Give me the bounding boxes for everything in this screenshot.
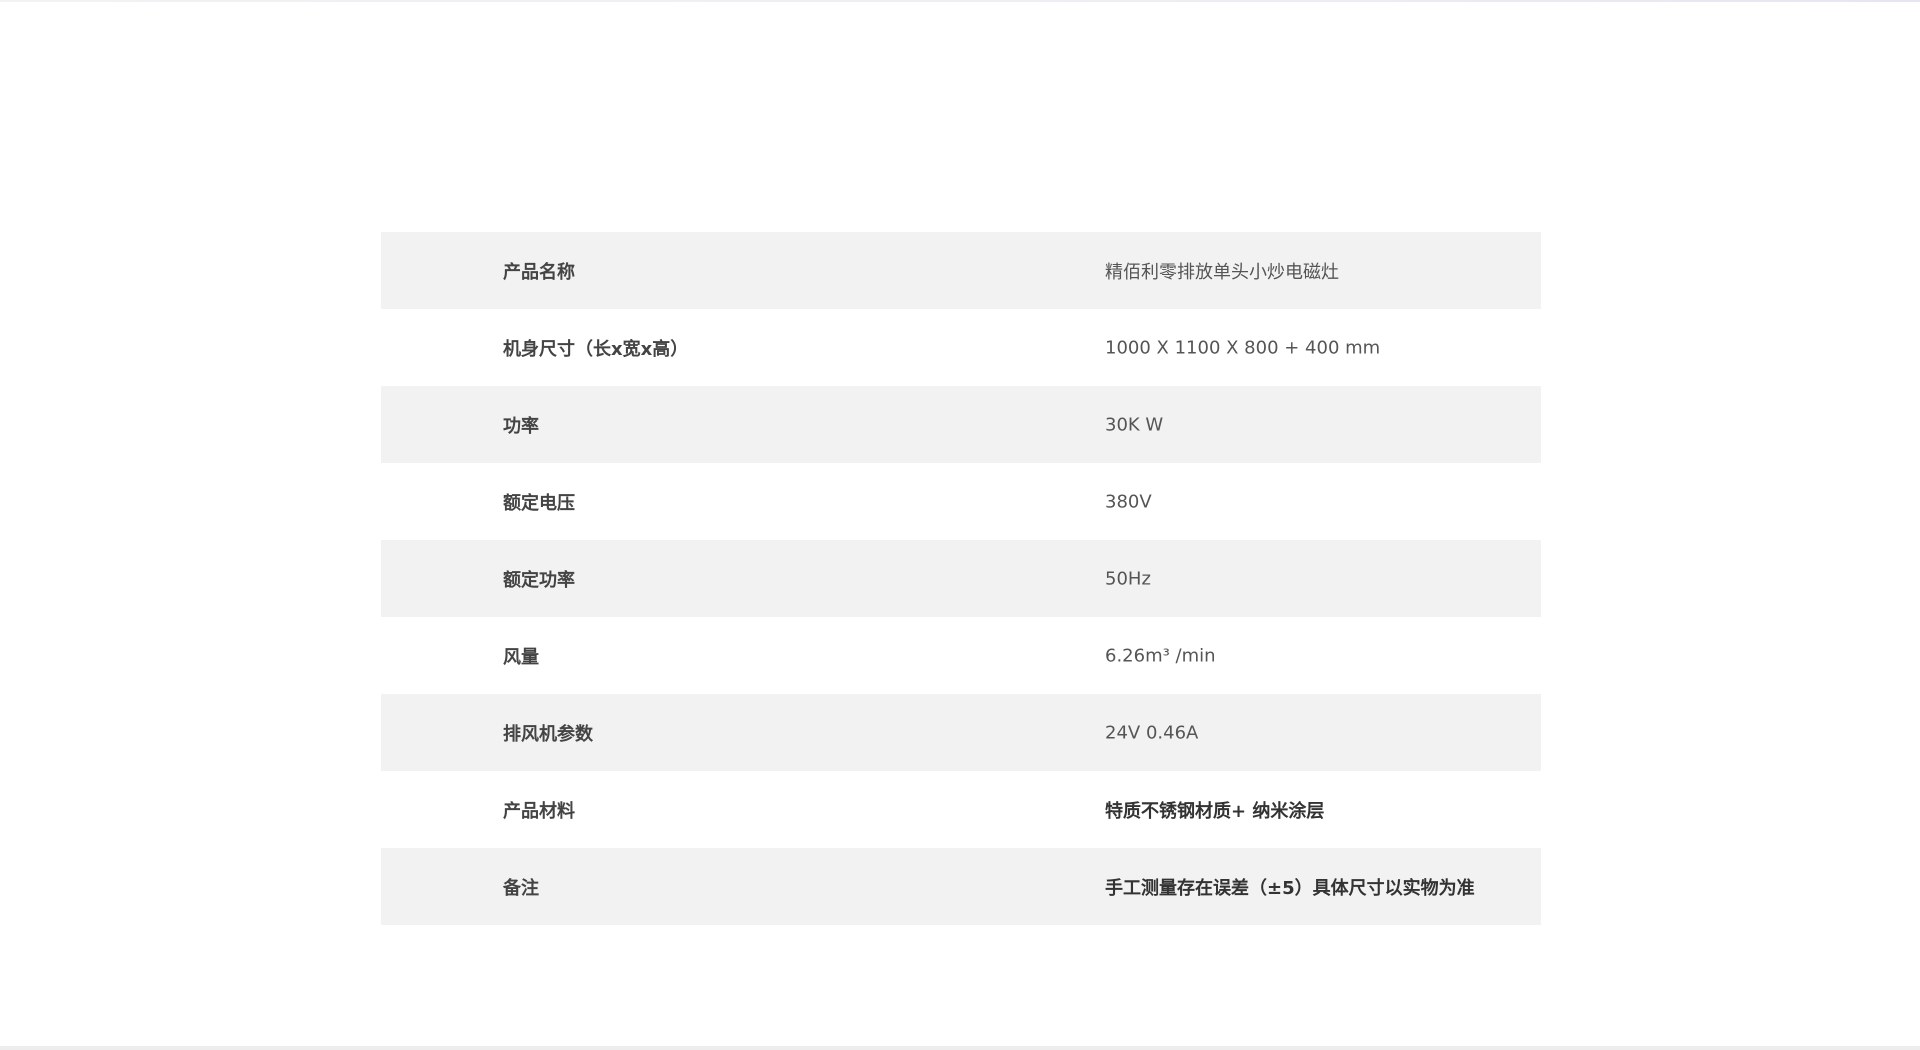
- spec-value: 30K W: [1105, 414, 1164, 435]
- spec-row-material: 产品材料 特质不锈钢材质+ 纳米涂层: [381, 771, 1541, 848]
- spec-row-power: 功率 30K W: [381, 386, 1541, 463]
- spec-value: 1000 X 1100 X 800 + 400 mm: [1105, 337, 1381, 358]
- top-divider: [0, 0, 1920, 2]
- spec-row-rated-voltage: 额定电压 380V: [381, 463, 1541, 540]
- spec-row-rated-power: 额定功率 50Hz: [381, 540, 1541, 617]
- spec-label: 额定功率: [503, 569, 575, 591]
- spec-row-remarks: 备注 手工测量存在误差（±5）具体尺寸以实物为准: [381, 848, 1541, 925]
- spec-label: 排风机参数: [503, 723, 593, 745]
- spec-row-dimensions: 机身尺寸（长x宽x高） 1000 X 1100 X 800 + 400 mm: [381, 309, 1541, 386]
- page: 产品名称 精佰利零排放单头小炒电磁灶 机身尺寸（长x宽x高） 1000 X 11…: [0, 0, 1920, 1050]
- bottom-divider: [0, 1046, 1920, 1050]
- spec-label: 机身尺寸（长x宽x高）: [503, 338, 689, 360]
- spec-label: 功率: [503, 415, 539, 437]
- spec-value: 特质不锈钢材质+ 纳米涂层: [1105, 800, 1325, 822]
- spec-value: 精佰利零排放单头小炒电磁灶: [1105, 261, 1339, 283]
- spec-value: 50Hz: [1105, 568, 1151, 589]
- spec-row-product-name: 产品名称 精佰利零排放单头小炒电磁灶: [381, 232, 1541, 309]
- spec-label: 备注: [503, 877, 539, 899]
- spec-value: 手工测量存在误差（±5）具体尺寸以实物为准: [1105, 877, 1475, 899]
- spec-label: 风量: [503, 646, 539, 668]
- spec-row-exhaust-fan: 排风机参数 24V 0.46A: [381, 694, 1541, 771]
- spec-table: 产品名称 精佰利零排放单头小炒电磁灶 机身尺寸（长x宽x高） 1000 X 11…: [381, 232, 1541, 925]
- spec-value: 6.26m³ /min: [1105, 645, 1216, 666]
- spec-value: 380V: [1105, 491, 1152, 512]
- spec-label: 产品材料: [503, 800, 575, 822]
- spec-value: 24V 0.46A: [1105, 722, 1199, 743]
- spec-label: 额定电压: [503, 492, 575, 514]
- spec-label: 产品名称: [503, 261, 575, 283]
- spec-row-air-volume: 风量 6.26m³ /min: [381, 617, 1541, 694]
